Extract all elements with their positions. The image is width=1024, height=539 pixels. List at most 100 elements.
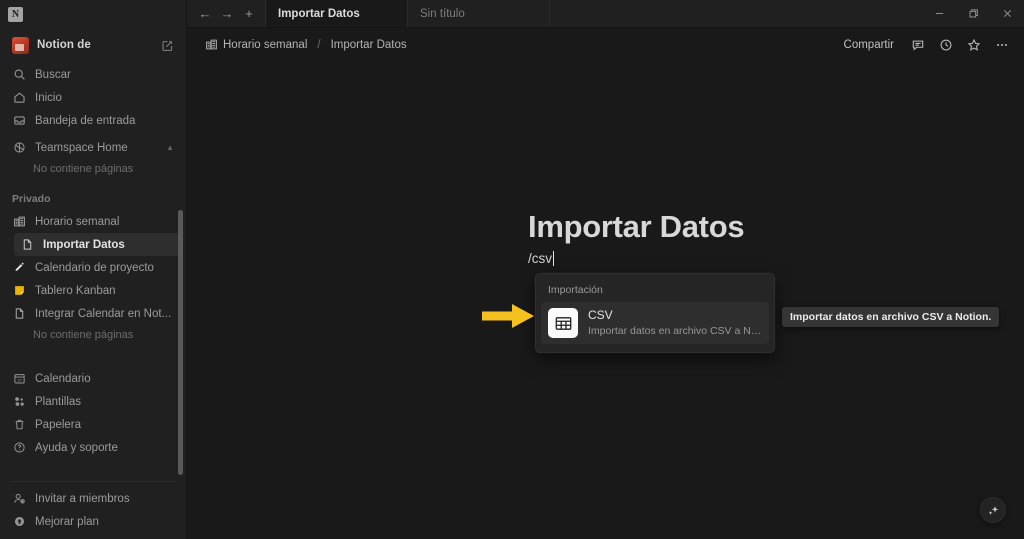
sidebar-item-label: Buscar: [35, 68, 71, 81]
page-header-bar: Horario semanal / Importar Datos Compart…: [187, 28, 1024, 61]
document-icon: [12, 306, 27, 321]
sidebar-item-invitar-a-miembros[interactable]: Invitar a miembros: [6, 487, 180, 510]
breadcrumb: Horario semanal / Importar Datos: [201, 36, 411, 53]
sidebar-nav-list: Buscar Inicio Bandeja de entrada: [0, 61, 186, 132]
sidebar-page-horario-semanal[interactable]: Horario semanal: [6, 210, 180, 233]
restore-icon[interactable]: [956, 0, 990, 27]
workspace-switcher[interactable]: Notion de: [6, 31, 180, 59]
sidebar-item-label: Inicio: [35, 91, 62, 104]
sidebar-item-label: Ayuda y soporte: [35, 441, 118, 454]
sidebar-item-label: Calendario: [35, 372, 91, 385]
pencil-icon: [12, 260, 27, 275]
sidebar: N Notion de Buscar Inicio Bandeja de ent…: [0, 0, 187, 539]
more-options-icon[interactable]: [989, 33, 1014, 56]
sidebar-page-importar-datos[interactable]: Importar Datos: [14, 233, 180, 256]
page-content: Importar Datos /csv Importación CSV Impo…: [187, 61, 1024, 539]
sidebar-page-integrar-calendar[interactable]: Integrar Calendar en Not...: [6, 302, 180, 325]
history-clock-icon[interactable]: [933, 33, 958, 56]
slash-menu-option-csv[interactable]: CSV Importar datos en archivo CSV a Noti…: [541, 302, 769, 344]
add-member-icon: [12, 491, 27, 506]
notion-logo-icon: N: [8, 6, 23, 22]
window-controls: [922, 0, 1024, 27]
sidebar-item-label: Mejorar plan: [35, 515, 99, 528]
grid-building-icon: [12, 214, 27, 229]
notion-app-window: N Notion de Buscar Inicio Bandeja de ent…: [0, 0, 1024, 539]
sidebar-item-label: Teamspace Home: [35, 141, 128, 154]
new-page-pencil-icon[interactable]: [160, 38, 174, 52]
csv-tooltip: Importar datos en archivo CSV a Notion.: [782, 307, 1000, 327]
yellow-note-icon: [12, 283, 27, 298]
workspace-avatar: [12, 36, 29, 54]
sidebar-scrollbar[interactable]: [178, 210, 183, 475]
back-arrow-icon[interactable]: ←: [195, 4, 215, 24]
calendar-icon: 25: [12, 371, 27, 386]
sidebar-item-label: Integrar Calendar en Not...: [35, 307, 172, 320]
sidebar-page-tablero-kanban[interactable]: Tablero Kanban: [6, 279, 180, 302]
comment-icon[interactable]: [905, 33, 930, 56]
sidebar-scroll-area: Teamspace Home ▲ No contiene páginas Pri…: [0, 132, 186, 475]
sidebar-item-papelera[interactable]: Papelera: [6, 413, 180, 436]
sidebar-tools-list: 25 Calendario Plantillas Papelera Ayuda …: [0, 365, 186, 459]
editor-block-line[interactable]: /csv: [528, 251, 555, 266]
table-grid-icon: [548, 308, 578, 338]
sidebar-teamspace-home[interactable]: Teamspace Home ▲: [6, 136, 180, 159]
main-area: ← → + Importar Datos Sin título Horario …: [187, 0, 1024, 539]
sidebar-item-label: Papelera: [35, 418, 82, 431]
upgrade-icon: [12, 514, 27, 529]
slash-option-title: CSV: [588, 308, 613, 322]
sidebar-divider: [10, 481, 176, 482]
header-actions: Compartir: [836, 33, 1014, 56]
sidebar-item-label: Importar Datos: [43, 238, 125, 251]
chevron-up-icon[interactable]: ▲: [166, 143, 174, 152]
slash-option-description: Importar datos en archivo CSV a Notion.: [588, 325, 762, 337]
forward-arrow-icon[interactable]: →: [217, 4, 237, 24]
tab-bar: ← → + Importar Datos Sin título: [187, 0, 1024, 28]
star-icon[interactable]: [961, 33, 986, 56]
sidebar-page-calendario-de-proyecto[interactable]: Calendario de proyecto: [6, 256, 180, 279]
sidebar-item-label: Invitar a miembros: [35, 492, 130, 505]
breadcrumb-current[interactable]: Importar Datos: [327, 37, 411, 53]
sidebar-item-inicio[interactable]: Inicio: [6, 86, 180, 109]
typed-slash-command: /csv: [528, 251, 553, 266]
breadcrumb-parent[interactable]: Horario semanal: [201, 36, 311, 53]
page-title[interactable]: Importar Datos: [528, 209, 745, 245]
teamspace-empty-text: No contiene páginas: [33, 163, 134, 175]
navigation-buttons: ← → +: [187, 0, 265, 27]
share-button[interactable]: Compartir: [836, 36, 902, 54]
sidebar-item-bandeja-de-entrada[interactable]: Bandeja de entrada: [6, 109, 180, 132]
close-icon[interactable]: [990, 0, 1024, 27]
svg-text:25: 25: [17, 378, 21, 382]
inbox-icon: [12, 113, 27, 128]
sidebar-item-mejorar-plan[interactable]: Mejorar plan: [6, 510, 180, 533]
home-icon: [12, 90, 27, 105]
minimize-icon[interactable]: [922, 0, 956, 27]
annotation-arrow-right-icon: [480, 301, 536, 331]
slash-option-text: CSV Importar datos en archivo CSV a Noti…: [588, 308, 762, 338]
sidebar-item-buscar[interactable]: Buscar: [6, 63, 180, 86]
tab-sin-titulo[interactable]: Sin título: [407, 0, 549, 27]
grid-building-icon: [205, 38, 218, 51]
teamspace-icon: [12, 140, 27, 155]
private-empty-text: No contiene páginas: [33, 329, 134, 341]
plus-icon[interactable]: +: [239, 4, 259, 24]
search-icon: [12, 67, 27, 82]
ai-sparkle-icon[interactable]: [980, 497, 1006, 523]
tab-label: Importar Datos: [278, 7, 360, 20]
sidebar-item-label: Calendario de proyecto: [35, 261, 154, 274]
templates-icon: [12, 394, 27, 409]
sidebar-footer: Invitar a miembros Mejorar plan: [0, 487, 186, 539]
sidebar-item-ayuda-y-soporte[interactable]: Ayuda y soporte: [6, 436, 180, 459]
document-icon: [20, 237, 35, 252]
trash-icon: [12, 417, 27, 432]
tab-bar-filler: [549, 0, 922, 27]
sidebar-item-label: Tablero Kanban: [35, 284, 116, 297]
workspace-name: Notion de: [37, 39, 91, 51]
private-section-label: Privado: [12, 193, 51, 205]
breadcrumb-parent-label: Horario semanal: [223, 38, 308, 51]
slash-command-menu: Importación CSV Importar datos en archiv…: [535, 273, 775, 353]
tab-importar-datos[interactable]: Importar Datos: [265, 0, 407, 27]
help-circle-icon: [12, 440, 27, 455]
sidebar-item-plantillas[interactable]: Plantillas: [6, 390, 180, 413]
sidebar-item-calendario[interactable]: 25 Calendario: [6, 367, 180, 390]
sidebar-item-label: Horario semanal: [35, 215, 120, 228]
